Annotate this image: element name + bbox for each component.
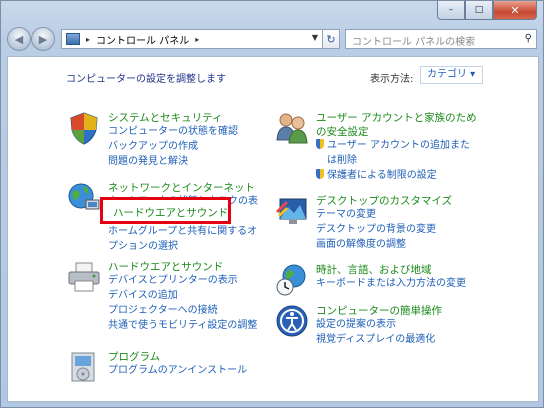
uac-shield-icon — [316, 139, 324, 149]
highlighted-label[interactable]: ハードウエアとサウンド — [113, 205, 228, 220]
clock-globe-icon — [276, 264, 306, 296]
link-adjust-resolution[interactable]: 画面の解像度の調整 — [316, 237, 436, 252]
back-button[interactable]: ◀ — [7, 27, 31, 51]
printer-icon — [68, 262, 100, 292]
link-mobility-settings[interactable]: 共通で使うモビリティ設定の調整 — [108, 318, 257, 333]
forward-button[interactable]: ▶ — [31, 27, 55, 51]
category-title-appearance[interactable]: デスクトップのカスタマイズ — [316, 193, 452, 208]
title-bar: – □ ✕ — [1, 1, 544, 23]
link-add-device[interactable]: デバイスの追加 — [108, 288, 257, 303]
link-change-theme[interactable]: テーマの変更 — [316, 207, 436, 222]
shield-flag-icon — [70, 112, 98, 145]
accessibility-icon — [276, 305, 308, 337]
window-controls: – □ ✕ — [437, 1, 537, 20]
link-list: デバイスとプリンターの表示 デバイスの追加 プロジェクターへの接続 共通で使うモ… — [108, 273, 257, 333]
view-by-label: 表示方法: — [370, 74, 414, 85]
link-list: テーマの変更 デスクトップの背景の変更 画面の解像度の調整 — [316, 207, 436, 252]
uac-shield-icon — [316, 169, 324, 179]
category-title-clock-region[interactable]: 時計、言語、および地域 — [316, 262, 432, 277]
link-create-backup[interactable]: バックアップの作成 — [108, 139, 238, 154]
content-pane: コンピューターの設定を調整します 表示方法: カテゴリ ▾ システムとセキュリテ… — [7, 56, 539, 402]
chevron-down-icon[interactable]: ▼ — [312, 33, 318, 42]
close-button[interactable]: ✕ — [493, 1, 537, 20]
link-change-keyboard[interactable]: キーボードまたは入力方法の変更 — [316, 276, 466, 291]
link-parental-controls[interactable]: 保護者による制限の設定 — [316, 168, 470, 183]
search-input[interactable]: コントロール パネルの検索 ⚲ — [345, 29, 537, 49]
chevron-right-icon[interactable]: ▸ — [86, 35, 90, 44]
link-add-remove-accounts-cont[interactable]: は削除 — [316, 153, 470, 168]
search-placeholder: コントロール パネルの検索 — [352, 37, 476, 48]
refresh-button[interactable]: ↻ — [322, 29, 340, 49]
programs-icon — [71, 352, 95, 382]
link-homegroup-sharing-cont[interactable]: プションの選択 — [108, 239, 258, 254]
link-list: 設定の提案の表示 視覚ディスプレイの最適化 — [316, 317, 435, 347]
window-frame: – □ ✕ ◀ ▶ ▸ コントロール パネル ▸ ▼ ↻ コントロール パネルの… — [0, 0, 544, 408]
link-devices-printers[interactable]: デバイスとプリンターの表示 — [108, 273, 257, 288]
address-bar[interactable]: ▸ コントロール パネル ▸ ▼ — [61, 29, 323, 49]
link-suggested-settings[interactable]: 設定の提案の表示 — [316, 317, 435, 332]
globe-network-icon — [68, 183, 100, 210]
link-check-computer-status[interactable]: コンピューターの状態を確認 — [108, 124, 238, 139]
link-list: ユーザー アカウントの追加また は削除 保護者による制限の設定 — [316, 138, 470, 183]
control-panel-icon — [66, 33, 80, 45]
highlight-box-hardware-sound[interactable]: ハードウエアとサウンド — [100, 197, 231, 224]
navigation-bar: ◀ ▶ ▸ コントロール パネル ▸ ▼ ↻ コントロール パネルの検索 ⚲ — [1, 23, 544, 53]
category-title-user-accounts-cont[interactable]: の安全設定 — [316, 124, 369, 139]
link-homegroup-sharing[interactable]: ホームグループと共有に関するオ — [108, 224, 258, 239]
maximize-button[interactable]: □ — [465, 1, 493, 20]
category-title-programs[interactable]: プログラム — [108, 349, 160, 364]
desktop-icon — [276, 198, 307, 224]
chevron-right-icon[interactable]: ▸ — [195, 35, 199, 44]
link-add-remove-accounts[interactable]: ユーザー アカウントの追加また — [316, 138, 470, 153]
category-title-system-security[interactable]: システムとセキュリティ — [108, 110, 223, 125]
link-list: キーボードまたは入力方法の変更 — [316, 276, 466, 291]
view-by-dropdown[interactable]: カテゴリ ▾ — [420, 66, 483, 84]
breadcrumb-control-panel[interactable]: コントロール パネル — [96, 32, 189, 47]
link-list: プログラムのアンインストール — [108, 363, 247, 378]
link-troubleshoot[interactable]: 問題の発見と解決 — [108, 154, 238, 169]
link-connect-projector[interactable]: プロジェクターへの接続 — [108, 303, 257, 318]
link-list: コンピューターの状態を確認 バックアップの作成 問題の発見と解決 — [108, 124, 238, 169]
link-optimize-display[interactable]: 視覚ディスプレイの最適化 — [316, 332, 435, 347]
category-title-hardware-sound[interactable]: ハードウエアとサウンド — [108, 259, 223, 274]
link-change-background[interactable]: デスクトップの背景の変更 — [316, 222, 436, 237]
category-title-network-internet[interactable]: ネットワークとインターネット — [108, 180, 255, 195]
minimize-button[interactable]: – — [437, 1, 465, 20]
page-title: コンピューターの設定を調整します — [66, 74, 226, 85]
search-icon[interactable]: ⚲ — [525, 33, 532, 44]
users-icon — [276, 113, 308, 144]
category-title-ease-of-access[interactable]: コンピューターの簡単操作 — [316, 303, 442, 318]
category-title-user-accounts[interactable]: ユーザー アカウントと家族のため — [316, 110, 477, 125]
link-uninstall-program[interactable]: プログラムのアンインストール — [108, 363, 247, 378]
